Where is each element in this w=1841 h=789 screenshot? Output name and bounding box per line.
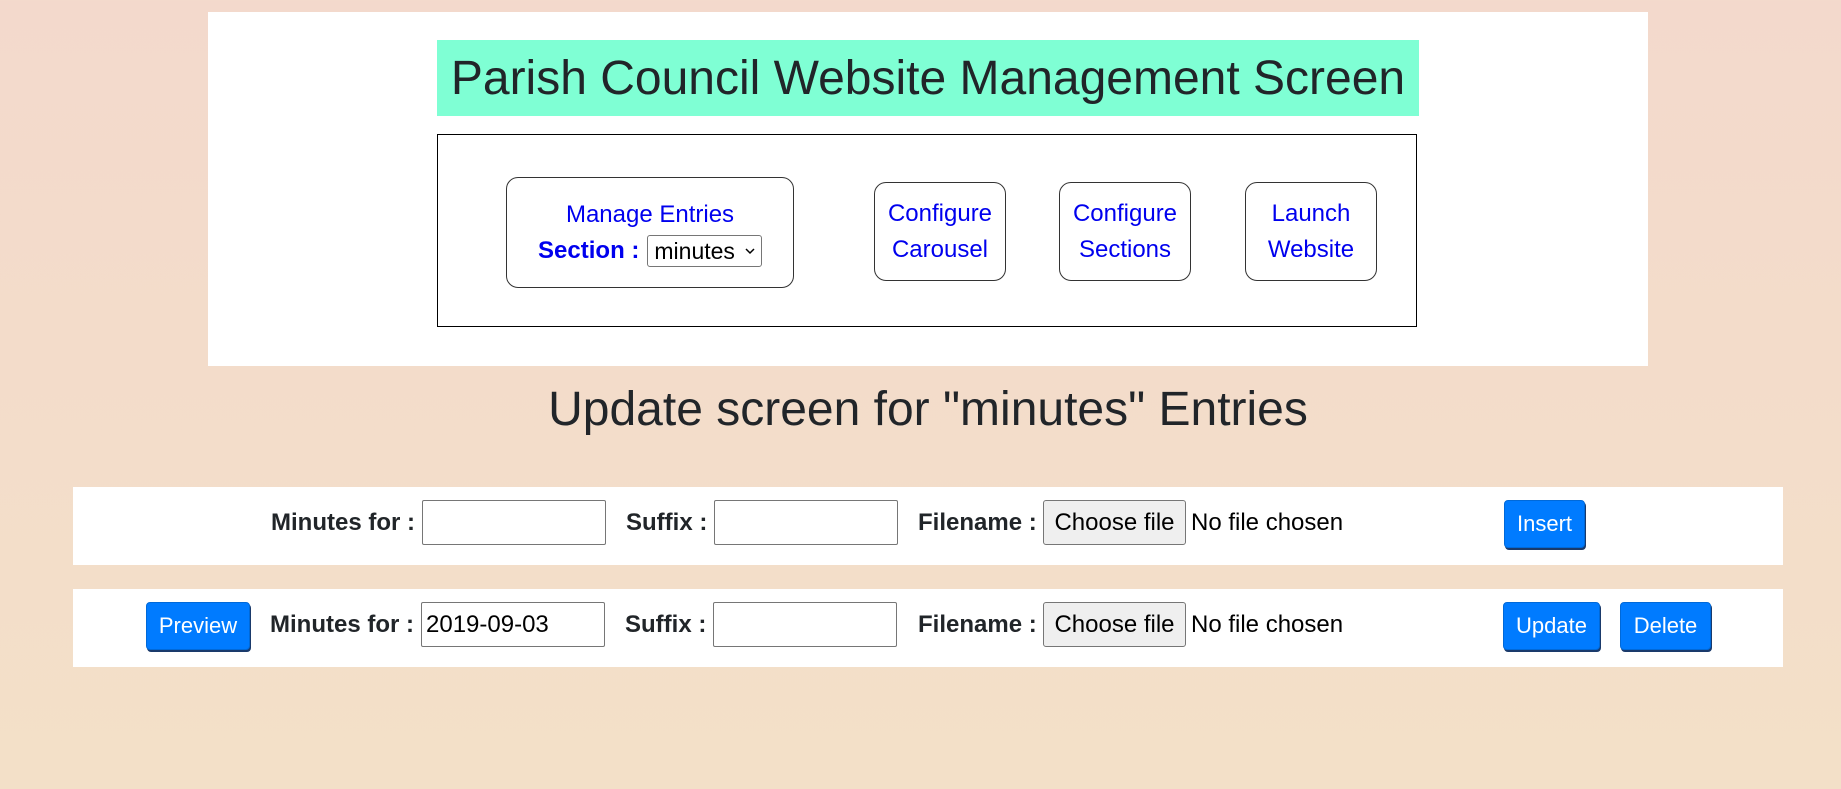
- filename-label: Filename :: [918, 611, 1037, 638]
- configure-carousel-line1: Configure: [887, 199, 993, 227]
- update-button[interactable]: Update: [1503, 602, 1600, 650]
- section-label: Section :: [538, 236, 640, 264]
- launch-website-line1: Launch: [1271, 199, 1351, 227]
- launch-website-button[interactable]: Launch Website: [1245, 182, 1377, 281]
- section-select-value: minutes: [654, 237, 735, 264]
- suffix-label: Suffix :: [625, 611, 707, 638]
- configure-sections-line1: Configure: [1072, 199, 1178, 227]
- section-selector-row: Section : minutes: [538, 233, 762, 269]
- configure-carousel-button[interactable]: Configure Carousel: [874, 182, 1006, 281]
- update-heading: Update screen for "minutes" Entries: [548, 383, 1308, 436]
- minutes-for-input[interactable]: [421, 602, 605, 647]
- chevron-down-icon: [745, 247, 755, 254]
- insert-button[interactable]: Insert: [1504, 500, 1585, 548]
- minutes-for-label: Minutes for :: [270, 611, 414, 638]
- header-panel: Parish Council Website Management Screen…: [208, 12, 1648, 366]
- entry-row: Preview Minutes for : Suffix : Filename …: [73, 589, 1783, 667]
- configure-sections-line2: Sections: [1078, 235, 1172, 263]
- nav-box: Manage Entries Section : minutes Configu…: [437, 134, 1417, 327]
- preview-button[interactable]: Preview: [146, 602, 250, 650]
- manage-entries-link[interactable]: Manage Entries: [566, 197, 734, 233]
- suffix-input[interactable]: [714, 500, 898, 545]
- configure-carousel-line2: Carousel: [891, 235, 989, 263]
- file-status: No file chosen: [1191, 509, 1344, 536]
- suffix-label: Suffix :: [626, 509, 708, 536]
- filename-label: Filename :: [918, 509, 1037, 536]
- delete-button[interactable]: Delete: [1620, 602, 1711, 650]
- minutes-for-label: Minutes for :: [271, 509, 415, 536]
- choose-file-button[interactable]: Choose file: [1043, 602, 1186, 647]
- manage-entries-card: Manage Entries Section : minutes: [506, 177, 794, 288]
- section-select[interactable]: minutes: [647, 234, 762, 267]
- minutes-for-input[interactable]: [422, 500, 606, 545]
- page-title: Parish Council Website Management Screen: [450, 51, 1406, 105]
- insert-entry-row: Minutes for : Suffix : Filename : Choose…: [73, 487, 1783, 565]
- title-bar: Parish Council Website Management Screen: [437, 40, 1419, 116]
- file-status: No file chosen: [1191, 611, 1344, 638]
- suffix-input[interactable]: [713, 602, 897, 647]
- choose-file-button[interactable]: Choose file: [1043, 500, 1186, 545]
- configure-sections-button[interactable]: Configure Sections: [1059, 182, 1191, 281]
- launch-website-line2: Website: [1267, 235, 1355, 263]
